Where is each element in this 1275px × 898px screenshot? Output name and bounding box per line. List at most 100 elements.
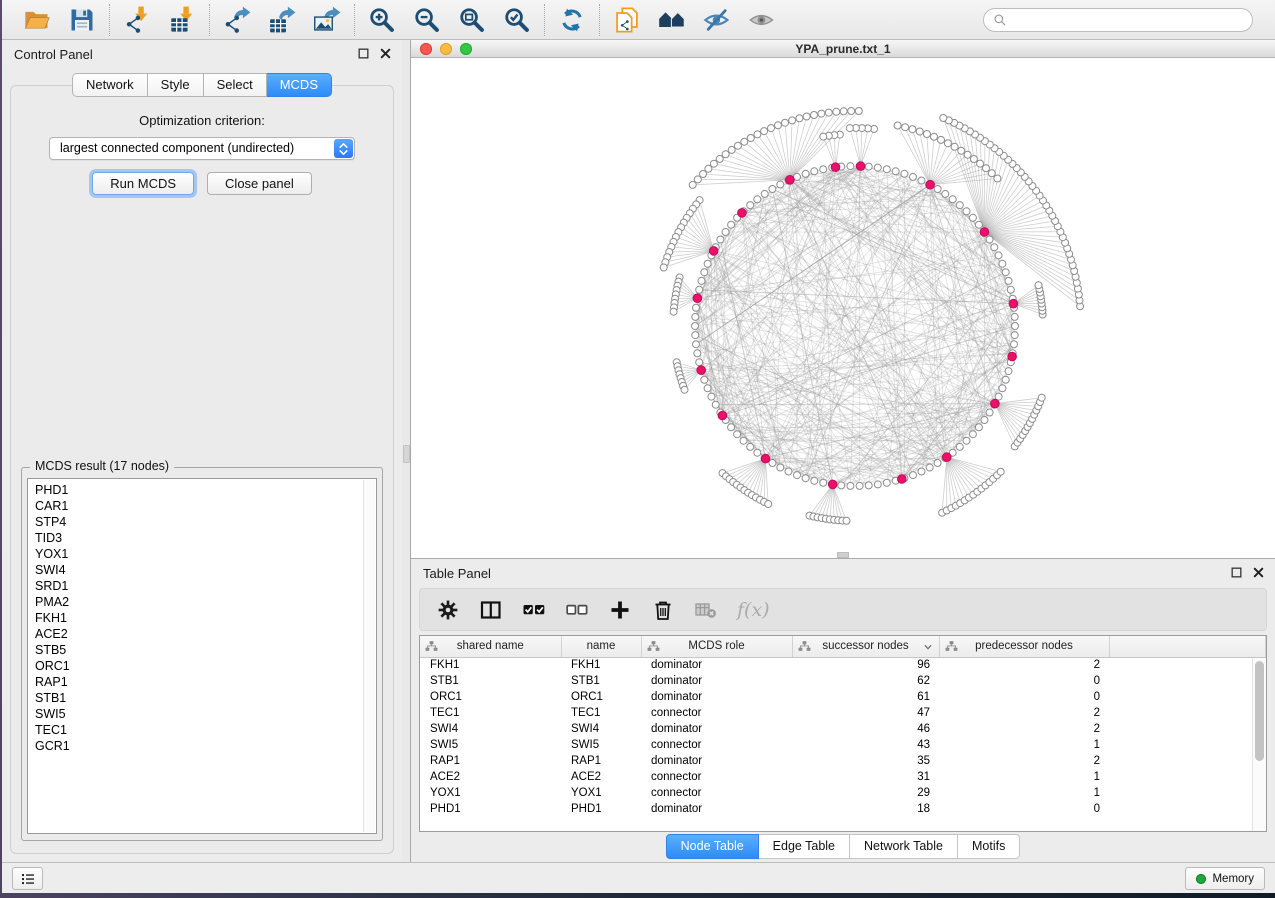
export-network-button[interactable] (223, 6, 251, 34)
import-network-button[interactable] (123, 6, 151, 34)
table-row[interactable]: SWI5SWI5connector431 (420, 737, 1266, 753)
network-canvas[interactable] (411, 58, 1275, 558)
function-icon: f(x) (737, 599, 770, 621)
search-box[interactable] (983, 8, 1253, 32)
list-item[interactable]: YOX1 (35, 546, 369, 562)
tab-network[interactable]: Network (72, 73, 148, 97)
close-panel-button[interactable] (379, 47, 392, 60)
list-item[interactable]: PMA2 (35, 594, 369, 610)
refresh-button[interactable] (558, 6, 586, 34)
table-row[interactable]: TEC1TEC1connector472 (420, 705, 1266, 721)
gear-button[interactable] (436, 598, 460, 622)
panel-selector-button[interactable] (12, 867, 43, 890)
table-row[interactable]: FKH1FKH1dominator962 (420, 657, 1266, 673)
zoom-out-button[interactable] (413, 6, 441, 34)
tab-style[interactable]: Style (148, 73, 204, 97)
list-icon (20, 871, 36, 887)
network-window-titlebar[interactable]: YPA_prune.txt_1 (411, 40, 1275, 58)
window-close-button[interactable] (420, 43, 432, 55)
mcds-result-list[interactable]: PHD1CAR1STP4TID3YOX1SWI4SRD1PMA2FKH1ACE2… (27, 478, 377, 834)
tab-edge-table[interactable]: Edge Table (759, 834, 850, 859)
table-row[interactable]: STB1STB1dominator620 (420, 673, 1266, 689)
list-item[interactable]: ORC1 (35, 658, 369, 674)
list-item[interactable]: STB1 (35, 690, 369, 706)
list-item[interactable]: FKH1 (35, 610, 369, 626)
list-item[interactable]: TEC1 (35, 722, 369, 738)
tree-icon (425, 640, 438, 653)
list-scrollbar[interactable] (363, 480, 375, 832)
list-item[interactable]: RAP1 (35, 674, 369, 690)
delete-rows-button[interactable] (651, 598, 675, 622)
list-item[interactable]: ACE2 (35, 626, 369, 642)
open-file-button[interactable] (23, 6, 51, 34)
app-window: Control Panel N (2, 0, 1275, 893)
column-header-name[interactable]: name (561, 636, 641, 657)
status-bar: Memory (2, 862, 1275, 893)
mcds-node (697, 366, 706, 375)
list-item[interactable]: STP4 (35, 514, 369, 530)
neighbors-button[interactable] (658, 6, 686, 34)
deselect-all-button[interactable] (565, 598, 589, 622)
table-row[interactable]: ORC1ORC1dominator610 (420, 689, 1266, 705)
tab-select[interactable]: Select (204, 73, 267, 97)
window-maximize-button[interactable] (460, 43, 472, 55)
tab-node-table[interactable]: Node Table (666, 834, 759, 859)
zoom-selected-button[interactable] (503, 6, 531, 34)
save-session-button[interactable] (68, 6, 96, 34)
tab-motifs[interactable]: Motifs (958, 834, 1020, 859)
zoom-in-button[interactable] (368, 6, 396, 34)
table-row[interactable]: SWI4SWI4dominator462 (420, 721, 1266, 737)
add-column-button[interactable] (608, 598, 632, 622)
search-input[interactable] (1013, 13, 1243, 27)
desktop: Control Panel N (0, 0, 1275, 898)
list-item[interactable]: GCR1 (35, 738, 369, 754)
table-scrollbar[interactable] (1252, 658, 1266, 831)
show-all-button[interactable] (748, 6, 776, 34)
export-image-button[interactable] (313, 6, 341, 34)
close-panel-button-mcds[interactable]: Close panel (207, 172, 312, 195)
table-row[interactable]: YOX1YOX1connector291 (420, 785, 1266, 801)
split-columns-button[interactable] (479, 598, 503, 622)
hide-selected-icon (703, 6, 731, 34)
delete-table-button[interactable] (694, 598, 718, 622)
table-row[interactable]: RAP1RAP1dominator352 (420, 753, 1266, 769)
table-row[interactable]: PHD1PHD1dominator180 (420, 801, 1266, 817)
list-item[interactable]: SRD1 (35, 578, 369, 594)
share-document-button[interactable] (613, 6, 641, 34)
window-minimize-button[interactable] (440, 43, 452, 55)
float-panel-button[interactable] (357, 47, 370, 60)
list-item[interactable]: TID3 (35, 530, 369, 546)
panel-splitter[interactable] (402, 40, 411, 862)
close-table-panel-button[interactable] (1252, 566, 1265, 579)
select-all-button[interactable] (522, 598, 546, 622)
table-row[interactable]: ACE2ACE2connector311 (420, 769, 1266, 785)
column-header-predecessor-nodes[interactable]: predecessor nodes (939, 636, 1109, 657)
tab-mcds[interactable]: MCDS (267, 73, 332, 97)
zoom-fit-button[interactable] (458, 6, 486, 34)
tab-network-table[interactable]: Network Table (850, 834, 958, 859)
column-header-shared-name[interactable]: shared name (420, 636, 561, 657)
list-item[interactable]: PHD1 (35, 482, 369, 498)
network-graph[interactable] (411, 58, 1275, 558)
control-panel-title: Control Panel (14, 47, 93, 62)
list-item[interactable]: CAR1 (35, 498, 369, 514)
optimization-select[interactable]: largest connected component (undirected) (49, 137, 355, 160)
import-table-button[interactable] (168, 6, 196, 34)
float-table-panel-button[interactable] (1230, 566, 1243, 579)
memory-button[interactable]: Memory (1185, 867, 1265, 890)
chevron-down-icon (922, 641, 934, 653)
export-table-button[interactable] (268, 6, 296, 34)
column-header-MCDS-role[interactable]: MCDS role (641, 636, 792, 657)
mcds-node (926, 180, 935, 189)
table-scrollbar-thumb[interactable] (1255, 661, 1264, 761)
list-item[interactable]: SWI5 (35, 706, 369, 722)
mcds-node (718, 411, 727, 420)
hide-selected-button[interactable] (703, 6, 731, 34)
column-header-successor-nodes[interactable]: successor nodes (792, 636, 939, 657)
run-mcds-button[interactable]: Run MCDS (92, 172, 194, 195)
main-toolbar (2, 0, 1275, 40)
splitter-handle[interactable] (403, 445, 410, 463)
function-builder-button[interactable]: f(x) (737, 598, 770, 622)
list-item[interactable]: SWI4 (35, 562, 369, 578)
list-item[interactable]: STB5 (35, 642, 369, 658)
